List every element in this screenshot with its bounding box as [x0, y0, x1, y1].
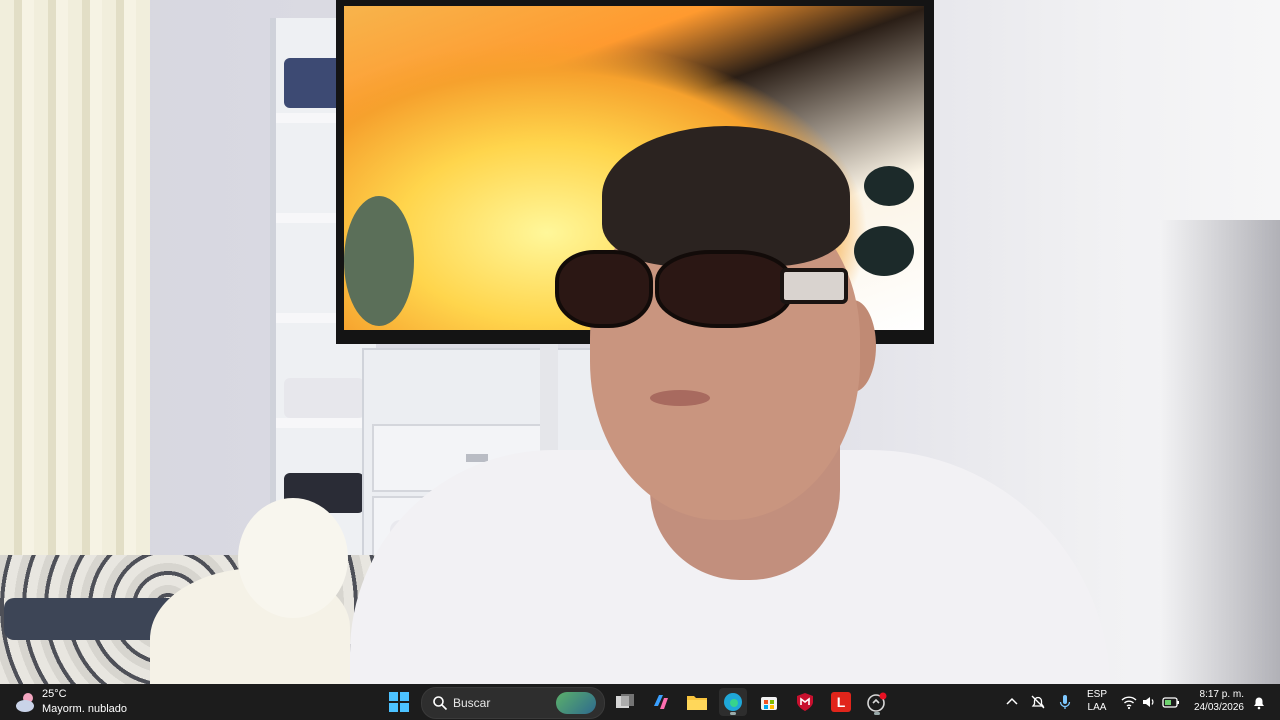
hair [602, 126, 850, 266]
notifications-off-icon[interactable] [1029, 693, 1047, 711]
edge-button[interactable] [719, 688, 747, 716]
clock-time: 8:17 p. m. [1199, 689, 1244, 700]
curtain [0, 0, 150, 600]
system-tray: ESP LAA 8:17 p. m. 24/03/2026 [1000, 684, 1280, 720]
weather-temperature: 25°C [42, 688, 67, 700]
copilot-icon [654, 695, 668, 709]
search-icon [433, 696, 448, 711]
task-view-icon [616, 694, 634, 708]
mcafee-icon [797, 693, 813, 711]
task-view-button[interactable] [611, 688, 639, 716]
taskbar: 25°C Mayorm. nublado Buscar L ESP LAA 8:… [0, 684, 1280, 720]
notification-bell-icon[interactable] [1250, 693, 1268, 711]
volume-icon[interactable] [1140, 693, 1158, 711]
search-highlight-icon [556, 692, 596, 714]
battery-icon[interactable] [1161, 693, 1181, 711]
wifi-icon[interactable] [1120, 693, 1138, 711]
clock[interactable]: 8:17 p. m. 24/03/2026 [1188, 688, 1244, 714]
start-button[interactable] [385, 688, 413, 716]
l-app-button[interactable]: L [827, 688, 855, 716]
recording-app-button[interactable] [863, 688, 891, 716]
camera-feed [0, 0, 1280, 684]
language-bottom: LAA [1087, 702, 1107, 713]
camera-record-icon [867, 692, 887, 712]
store-icon [761, 697, 777, 710]
active-indicator [730, 712, 736, 715]
windows-logo-icon [389, 692, 409, 712]
edge-icon [724, 693, 742, 711]
wall-shadow [1160, 220, 1280, 684]
microphone-icon[interactable] [1056, 693, 1074, 711]
search-box[interactable]: Buscar [421, 687, 605, 719]
white-bird [150, 498, 350, 684]
store-button[interactable] [755, 688, 783, 716]
sunglasses [555, 250, 848, 330]
mcafee-button[interactable] [791, 688, 819, 716]
search-placeholder: Buscar [453, 696, 491, 710]
chevron-up-icon[interactable] [1003, 693, 1021, 711]
weather-widget[interactable]: 25°C Mayorm. nublado [14, 686, 144, 718]
person [350, 120, 1150, 684]
weather-condition: Mayorm. nublado [42, 703, 127, 715]
clock-date: 24/03/2026 [1193, 702, 1244, 713]
l-app-icon: L [831, 692, 851, 712]
language-top: ESP [1087, 689, 1108, 700]
taskbar-center: Buscar L [385, 684, 905, 720]
mouth [650, 390, 710, 406]
active-indicator [874, 712, 880, 715]
copilot-button[interactable] [647, 688, 675, 716]
partly-cloudy-icon [16, 693, 34, 712]
language-indicator[interactable]: ESP LAA [1087, 688, 1107, 714]
folder-icon [687, 696, 707, 710]
file-explorer-button[interactable] [683, 688, 711, 716]
